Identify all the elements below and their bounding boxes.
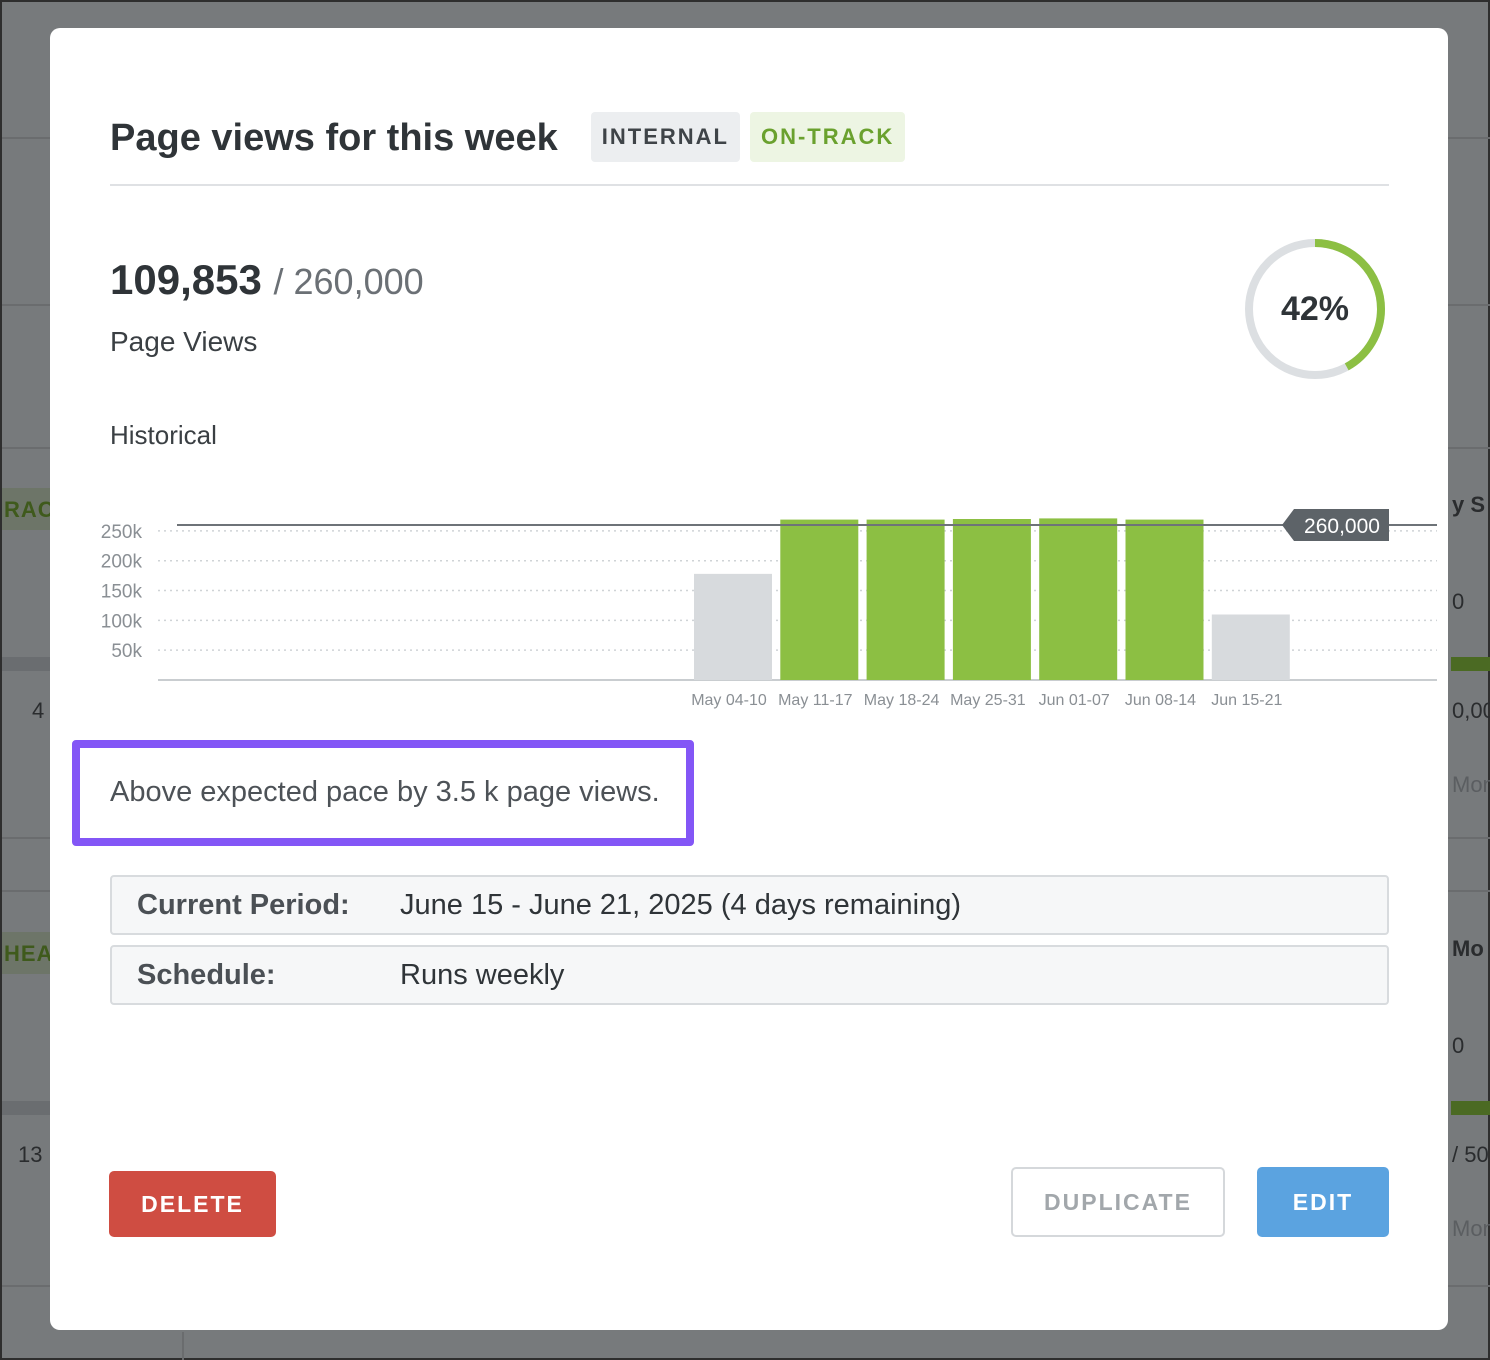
modal-header: Page views for this week INTERNAL ON-TRA… <box>110 110 1389 186</box>
internal-badge: INTERNAL <box>590 112 740 162</box>
x-tick-label: May 25-31 <box>950 692 1026 709</box>
y-tick-label: 150k <box>101 582 143 603</box>
pace-message: Above expected pace by 3.5 k page views. <box>110 776 660 808</box>
x-tick-label: Jun 15-21 <box>1211 692 1282 709</box>
bar <box>866 519 945 680</box>
bg-fragment: 0 <box>1452 1033 1465 1058</box>
x-tick-label: Jun 01-07 <box>1039 692 1110 709</box>
y-tick-label: 100k <box>101 611 143 632</box>
current-period-value: June 15 - June 21, 2025 (4 days remainin… <box>400 888 962 921</box>
bar <box>694 573 772 680</box>
bg-fragment: 0 <box>1452 589 1465 614</box>
bar <box>952 519 1031 680</box>
y-tick-label: 50k <box>111 641 142 662</box>
x-tick-label: Jun 08-14 <box>1125 692 1196 709</box>
status-badge: ON-TRACK <box>749 112 906 162</box>
progress-percent: 42% <box>1280 290 1350 328</box>
modal-title: Page views for this week <box>110 117 558 159</box>
schedule-row: Schedule: Runs weekly <box>110 945 1389 1005</box>
x-tick-label: May 04-10 <box>691 692 767 709</box>
bg-progress-bar <box>1451 657 1490 671</box>
bar <box>1211 614 1290 680</box>
schedule-value: Runs weekly <box>400 958 565 991</box>
bg-progress-bar <box>1451 1101 1490 1115</box>
current-period-label: Current Period: <box>137 888 350 921</box>
x-tick-label: May 18-24 <box>864 692 940 709</box>
y-tick-label: 250k <box>101 522 143 543</box>
goal-detail-modal: Page views for this week INTERNAL ON-TRA… <box>50 28 1448 1330</box>
bar <box>1125 519 1204 680</box>
bar <box>1039 518 1118 680</box>
target-line-label: 260,000 <box>1304 515 1380 538</box>
x-tick-label: May 11-17 <box>778 692 853 709</box>
metric-label: Page Views <box>110 326 258 357</box>
bg-fragment: y S <box>1452 492 1486 517</box>
duplicate-button[interactable]: DUPLICATE <box>1011 1167 1225 1237</box>
current-period-row: Current Period: June 15 - June 21, 2025 … <box>110 875 1389 935</box>
metric-current-value: 109,853 <box>110 256 262 303</box>
bg-fragment: / 50 <box>1452 1142 1489 1167</box>
bg-progress-bar <box>2 1101 52 1115</box>
bg-divider <box>182 1332 184 1360</box>
bg-fragment: 4 <box>32 698 45 723</box>
delete-button[interactable]: DELETE <box>109 1171 276 1237</box>
bg-progress-bar <box>2 657 52 671</box>
historical-bar-chart: 50k 100k 150k 200k 250k May 04-10 May 11-17 May… <box>101 508 1437 709</box>
bg-fragment: HEA <box>4 941 54 966</box>
bg-fragment: Mon <box>1452 1216 1490 1241</box>
metric-target-value: / 260,000 <box>273 261 424 302</box>
schedule-label: Schedule: <box>137 958 276 991</box>
metric-summary: 109,853 / 260,000 <box>110 256 424 304</box>
bar <box>780 519 859 680</box>
historical-chart: 50k 100k 150k 200k 250k May 04-10 May 11-17 May… <box>90 483 1448 733</box>
historical-label: Historical <box>110 420 217 450</box>
progress-donut: 42% <box>1242 236 1388 382</box>
bg-fragment: Mo <box>1452 936 1484 961</box>
edit-button[interactable]: EDIT <box>1257 1167 1389 1237</box>
bg-fragment: RAC <box>4 497 55 522</box>
y-tick-label: 200k <box>101 552 143 573</box>
bg-fragment: Mon <box>1452 772 1490 797</box>
bg-fragment: 13 <box>18 1142 43 1167</box>
bg-fragment: 0,00 <box>1452 698 1490 723</box>
pace-callout: Above expected pace by 3.5 k page views. <box>72 740 694 846</box>
